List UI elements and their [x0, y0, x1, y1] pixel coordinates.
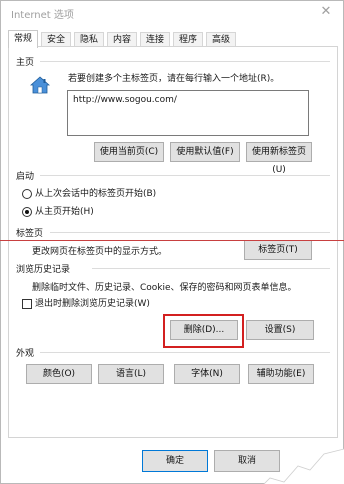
fonts-button[interactable]: 字体(N) — [174, 364, 240, 384]
use-current-button[interactable]: 使用当前页(C) — [94, 142, 164, 162]
history-description: 删除临时文件、历史记录、Cookie、保存的密码和网页表单信息。 — [32, 283, 297, 293]
tab-programs[interactable]: 程序 — [173, 32, 204, 47]
section-divider — [40, 175, 330, 176]
radio-button-checked[interactable] — [22, 206, 32, 217]
title-bar: Internet 选项 ✕ — [1, 1, 343, 25]
section-divider — [50, 232, 330, 233]
tab-connections[interactable]: 连接 — [140, 32, 171, 47]
delete-on-exit-checkbox[interactable] — [22, 298, 32, 309]
section-divider — [40, 61, 330, 62]
startup-option-homepage[interactable]: 从主页开始(H) — [22, 206, 94, 218]
annotation-red-line — [0, 240, 344, 241]
startup-option-label: 从主页开始(H) — [35, 207, 94, 217]
use-default-button[interactable]: 使用默认值(F) — [170, 142, 240, 162]
startup-section-label: 启动 — [16, 172, 35, 182]
use-new-tab-button[interactable]: 使用新标签页(U) — [246, 142, 312, 175]
tabs-section-label: 标签页 — [16, 229, 44, 239]
homepage-url-textarea[interactable]: http://www.sogou.com/ — [67, 90, 309, 136]
tab-strip: 常规 安全 隐私 内容 连接 程序 高级 — [8, 30, 338, 48]
section-divider — [40, 352, 330, 353]
homepage-hint: 若要创建多个主标签页，请在每行输入一个地址(R)。 — [68, 74, 280, 84]
tab-advanced[interactable]: 高级 — [206, 32, 237, 47]
tab-general[interactable]: 常规 — [8, 30, 39, 48]
appearance-section-label: 外观 — [16, 349, 35, 359]
tabs-settings-button[interactable]: 标签页(T) — [244, 240, 312, 260]
delete-on-exit-checkbox-row[interactable]: 退出时删除浏览历史记录(W) — [22, 298, 150, 310]
tab-security[interactable]: 安全 — [41, 32, 72, 47]
section-divider — [92, 268, 330, 269]
house-icon — [30, 76, 50, 94]
startup-option-last-session[interactable]: 从上次会话中的标签页开始(B) — [22, 188, 156, 200]
annotation-highlight-box — [163, 314, 244, 348]
history-settings-button[interactable]: 设置(S) — [246, 320, 314, 340]
tab-content[interactable]: 内容 — [107, 32, 138, 47]
homepage-section-label: 主页 — [16, 58, 35, 68]
languages-button[interactable]: 语言(L) — [98, 364, 164, 384]
ok-button[interactable]: 确定 — [142, 450, 208, 472]
startup-option-label: 从上次会话中的标签页开始(B) — [35, 189, 157, 199]
history-section-label: 浏览历史记录 — [16, 265, 71, 275]
accessibility-button[interactable]: 辅助功能(E) — [248, 364, 314, 384]
tabs-description: 更改网页在标签页中的显示方式。 — [32, 247, 168, 257]
close-icon[interactable]: ✕ — [315, 1, 337, 23]
radio-button[interactable] — [22, 188, 32, 199]
torn-corner-decoration — [263, 448, 344, 484]
window-title: Internet 选项 — [11, 10, 74, 21]
delete-on-exit-label: 退出时删除浏览历史记录(W) — [35, 299, 150, 309]
colors-button[interactable]: 颜色(O) — [26, 364, 92, 384]
tab-privacy[interactable]: 隐私 — [74, 32, 105, 47]
homepage-url-value: http://www.sogou.com/ — [73, 95, 177, 105]
